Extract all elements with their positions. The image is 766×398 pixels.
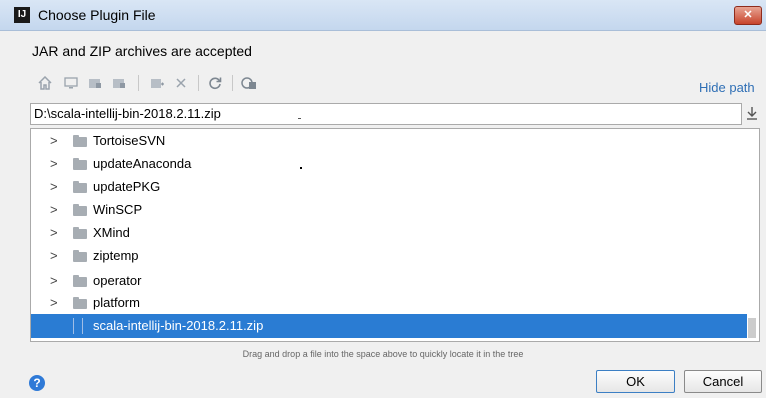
close-icon: ✕ [743,9,753,21]
window-title: Choose Plugin File [38,7,156,23]
chevron-right-icon[interactable]: > [50,292,58,314]
folder-icon [73,227,87,239]
chevron-right-icon[interactable]: > [50,245,58,267]
scrollbar-thumb[interactable] [748,318,756,338]
title-bar: IJ Choose Plugin File ✕ [0,0,766,31]
hide-path-link[interactable]: Hide path [699,80,755,95]
tree-item-label: XMind [93,225,130,240]
tree-item[interactable]: > WinSCP [31,199,747,221]
folder-icon [73,181,87,193]
refresh-icon[interactable] [206,74,224,92]
chevron-right-icon[interactable]: > [50,222,58,244]
tree-item-label: TortoiseSVN [93,133,166,148]
show-hidden-icon[interactable] [240,74,258,92]
tree-item-label: WinSCP [93,202,143,217]
tree-item[interactable]: > operator [31,270,747,292]
folder-icon [73,250,87,262]
help-icon: ? [33,376,41,390]
close-button[interactable]: ✕ [734,6,762,25]
help-button[interactable]: ? [29,375,45,391]
tree-item[interactable]: > updateAnaconda [31,153,747,175]
folder-icon [73,204,87,216]
toolbar [30,70,766,96]
module-icon[interactable] [110,74,128,92]
chevron-right-icon[interactable]: > [50,153,58,175]
tree-item-label: platform [93,295,140,310]
zip-file-icon [73,318,83,334]
desktop-icon[interactable] [62,74,80,92]
tree-item-selected[interactable]: scala-intellij-bin-2018.2.11.zip [31,314,747,338]
tree-item[interactable]: > ziptemp [31,245,747,267]
tree-item[interactable]: > updatePKG [31,176,747,198]
tree-item-label: scala-intellij-bin-2018.2.11.zip [93,318,264,333]
chevron-right-icon[interactable]: > [50,270,58,292]
folder-icon [73,135,87,147]
toolbar-separator [198,75,199,91]
tree-item-label: updatePKG [93,179,161,194]
toolbar-separator [138,75,139,91]
drag-drop-hint: Drag and drop a file into the space abov… [242,349,524,359]
text-cursor [298,118,301,119]
ok-button[interactable]: OK [596,370,675,393]
path-input[interactable]: D:\scala-intellij-bin-2018.2.11.zip [30,103,742,125]
folder-icon [73,158,87,170]
folder-icon [73,297,87,309]
file-tree[interactable]: > TortoiseSVN > updateAnaconda > updateP… [30,128,760,342]
stray-dot [300,167,302,169]
toolbar-separator [232,75,233,91]
cancel-button[interactable]: Cancel [684,370,762,393]
tree-item-label: ziptemp [93,248,139,263]
delete-icon[interactable] [172,74,190,92]
folder-icon [73,275,87,287]
tree-item[interactable]: > XMind [31,222,747,244]
tree-item[interactable]: > platform [31,292,747,314]
chevron-right-icon[interactable]: > [50,176,58,198]
intellij-app-icon: IJ [14,7,30,23]
project-icon[interactable] [86,74,104,92]
new-folder-icon[interactable] [148,74,166,92]
tree-item[interactable]: > TortoiseSVN [31,130,747,152]
tree-item-label: updateAnaconda [93,156,192,171]
dialog-description: JAR and ZIP archives are accepted [32,43,252,59]
download-icon[interactable] [745,104,759,122]
chevron-right-icon[interactable]: > [50,199,58,221]
tree-item-label: operator [93,273,142,288]
home-icon[interactable] [36,74,54,92]
chevron-right-icon[interactable]: > [50,130,58,152]
